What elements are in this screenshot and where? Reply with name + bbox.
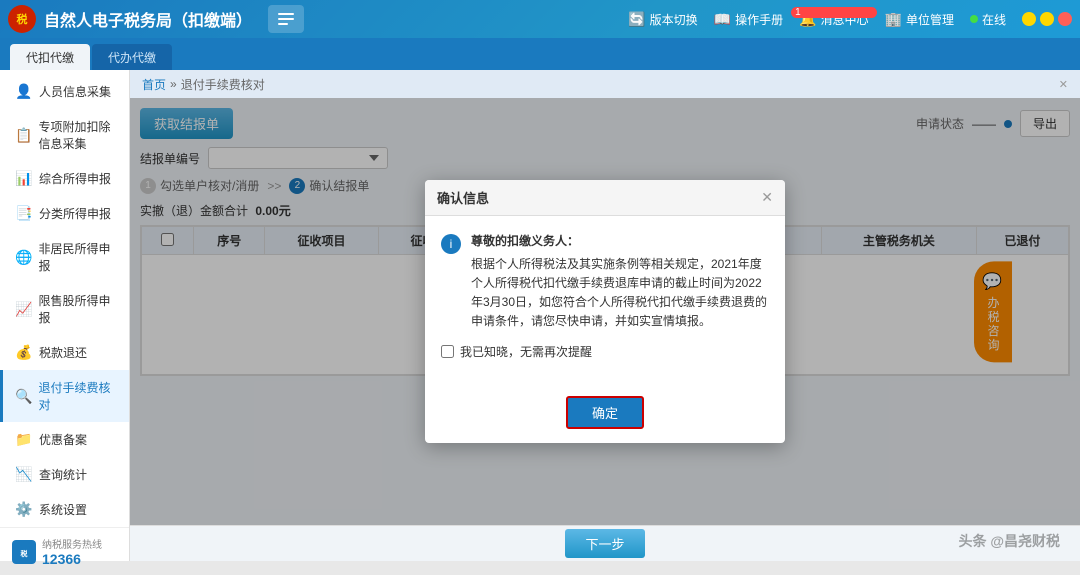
restricted-icon: 📈 xyxy=(15,301,32,318)
unit-icon: 🏢 xyxy=(885,11,902,28)
classified-icon: 📑 xyxy=(15,205,33,222)
sidebar-item-classified[interactable]: 📑 分类所得申报 xyxy=(0,196,129,231)
service-hotline: 税 纳税服务热线 12366 xyxy=(0,528,129,575)
operation-manual[interactable]: 📖 操作手册 xyxy=(714,11,783,28)
confirm-button[interactable]: 确定 xyxy=(566,396,644,429)
no-remind-label: 我已知晓，无需再次提醒 xyxy=(460,343,592,360)
modal-header: 确认信息 ✕ xyxy=(425,180,785,216)
online-status: 在线 xyxy=(970,11,1006,28)
sidebar-item-query[interactable]: 📉 查询统计 xyxy=(0,457,129,492)
modal-text-content: 尊敬的扣缴义务人： 根据个人所得税法及其实施条例等相关规定，2021年度个人所得… xyxy=(471,232,769,332)
sidebar-item-special-deduct[interactable]: 📋 专项附加扣除信息采集 xyxy=(0,109,129,161)
sidebar-item-restricted[interactable]: 📈 限售股所得申报 xyxy=(0,283,129,335)
sidebar-item-refund-check[interactable]: 🔍 退付手续费核对 xyxy=(0,370,129,422)
message-badge: 1 xyxy=(791,7,876,18)
breadcrumb: 首页 » 退付手续费核对 ✕ xyxy=(130,70,1080,98)
online-dot xyxy=(970,15,978,23)
nav-icon xyxy=(268,5,304,33)
unit-manage[interactable]: 🏢 单位管理 xyxy=(885,11,954,28)
breadcrumb-current: 退付手续费核对 xyxy=(181,76,265,93)
title-left: 税 自然人电子税务局（扣缴端） xyxy=(8,5,304,33)
modal-content-row: i 尊敬的扣缴义务人： 根据个人所得税法及其实施条例等相关规定，2021年度个人… xyxy=(441,232,769,332)
manual-icon: 📖 xyxy=(714,11,731,28)
next-button[interactable]: 下一步 xyxy=(565,529,644,558)
modal-greeting: 尊敬的扣缴义务人： xyxy=(471,232,769,251)
non-resident-icon: 🌐 xyxy=(15,249,32,266)
breadcrumb-home[interactable]: 首页 xyxy=(142,76,166,93)
info-icon: i xyxy=(441,234,461,254)
version-icon: 🔄 xyxy=(628,11,645,28)
modal-checkbox-row: 我已知晓，无需再次提醒 xyxy=(441,343,769,360)
title-right: 🔄 版本切换 📖 操作手册 🔔 1 消息中心 🏢 单位管理 在线 xyxy=(628,11,1072,28)
sidebar: 👤 人员信息采集 📋 专项附加扣除信息采集 📊 综合所得申报 📑 分类所得申报 … xyxy=(0,70,130,561)
sidebar-item-personnel[interactable]: 👤 人员信息采集 xyxy=(0,74,129,109)
svg-text:税: 税 xyxy=(17,12,28,26)
main-layout: 👤 人员信息采集 📋 专项附加扣除信息采集 📊 综合所得申报 📑 分类所得申报 … xyxy=(0,70,1080,561)
minimize-button[interactable] xyxy=(1022,12,1036,26)
personnel-icon: 👤 xyxy=(15,83,33,100)
query-icon: 📉 xyxy=(15,466,33,483)
app-title: 自然人电子税务局（扣缴端） xyxy=(44,7,252,31)
bottom-bar: 下一步 xyxy=(130,525,1080,561)
sidebar-item-preferred[interactable]: 📁 优惠备案 xyxy=(0,422,129,457)
close-tab[interactable]: ✕ xyxy=(1059,78,1068,91)
app-logo: 税 xyxy=(8,5,36,33)
comprehensive-icon: 📊 xyxy=(15,170,33,187)
modal-title: 确认信息 xyxy=(437,188,489,207)
svg-text:税: 税 xyxy=(21,549,28,558)
special-deduct-icon: 📋 xyxy=(15,127,32,144)
no-remind-checkbox[interactable] xyxy=(441,345,454,358)
refund-check-icon: 🔍 xyxy=(15,388,32,405)
system-icon: ⚙️ xyxy=(15,501,33,518)
modal-footer: 确定 xyxy=(425,388,785,443)
nav-tabs-bar: 代扣代缴 代办代缴 xyxy=(0,38,1080,70)
breadcrumb-sep1: » xyxy=(170,77,177,91)
content-area: 首页 » 退付手续费核对 ✕ 获取结报单 申请状态 —— 导出 结报单编号 xyxy=(130,70,1080,561)
modal-close-button[interactable]: ✕ xyxy=(761,189,773,206)
hotline-logo: 税 xyxy=(12,540,36,564)
message-center[interactable]: 🔔 1 消息中心 xyxy=(799,11,868,28)
modal-dialog: 确认信息 ✕ i 尊敬的扣缴义务人： 根据个人所得税法及其实施条例等相关规定，2… xyxy=(425,180,785,444)
title-bar: 税 自然人电子税务局（扣缴端） 🔄 版本切换 📖 操作手册 🔔 1 消息中心 🏢… xyxy=(0,0,1080,38)
maximize-button[interactable] xyxy=(1040,12,1054,26)
close-button[interactable] xyxy=(1058,12,1072,26)
modal-main-text: 根据个人所得税法及其实施条例等相关规定，2021年度个人所得税代扣代缴手续费退库… xyxy=(471,255,769,332)
tax-refund-icon: 💰 xyxy=(15,344,33,361)
sidebar-item-comprehensive[interactable]: 📊 综合所得申报 xyxy=(0,161,129,196)
sidebar-item-tax-refund[interactable]: 💰 税款退还 xyxy=(0,335,129,370)
tab-agent-pay[interactable]: 代办代缴 xyxy=(92,44,172,70)
window-controls xyxy=(1022,12,1072,26)
tab-withholding[interactable]: 代扣代缴 xyxy=(10,44,90,70)
hotline-info: 纳税服务热线 12366 xyxy=(42,536,102,567)
version-switch[interactable]: 🔄 版本切换 xyxy=(628,11,697,28)
sidebar-bottom: 税 纳税服务热线 12366 xyxy=(0,527,129,575)
content-inner: 获取结报单 申请状态 —— 导出 结报单编号 1 勾选单户核对 xyxy=(130,98,1080,525)
modal-body: i 尊敬的扣缴义务人： 根据个人所得税法及其实施条例等相关规定，2021年度个人… xyxy=(425,216,785,389)
sidebar-item-non-resident[interactable]: 🌐 非居民所得申报 xyxy=(0,231,129,283)
modal-overlay: 确认信息 ✕ i 尊敬的扣缴义务人： 根据个人所得税法及其实施条例等相关规定，2… xyxy=(130,98,1080,525)
sidebar-item-system[interactable]: ⚙️ 系统设置 xyxy=(0,492,129,527)
preferred-icon: 📁 xyxy=(15,431,33,448)
